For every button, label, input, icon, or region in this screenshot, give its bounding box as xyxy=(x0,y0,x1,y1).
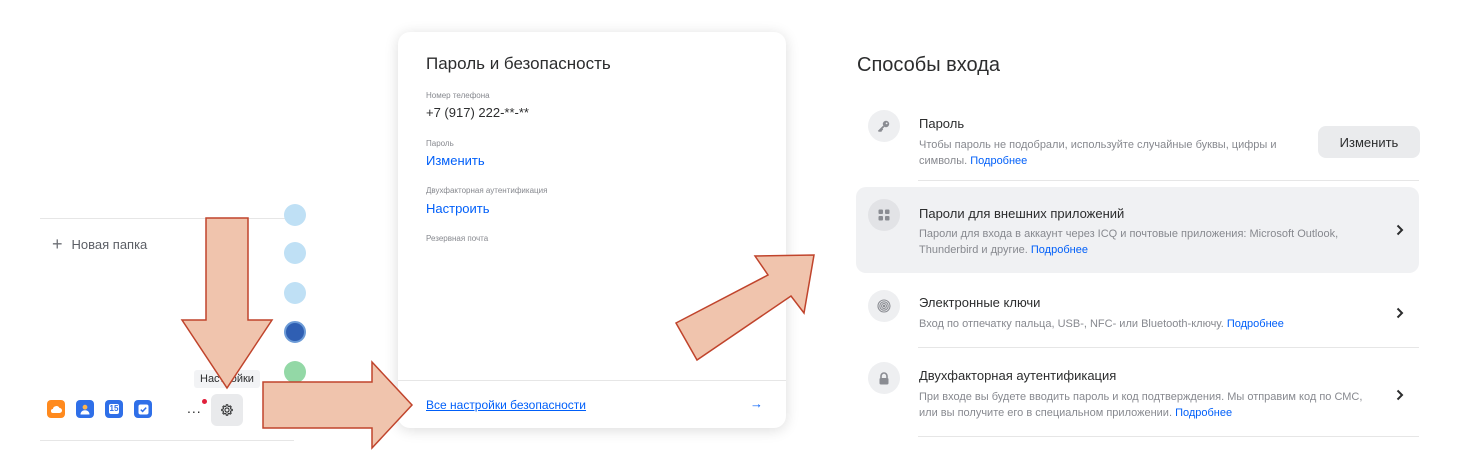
twofa-label: Двухфакторная аутентификация xyxy=(426,186,548,195)
plus-icon: + xyxy=(52,234,63,254)
key-icon xyxy=(868,110,900,142)
login-method-security-keys[interactable]: Электронные ключи Вход по отпечатку паль… xyxy=(856,280,1419,346)
phone-value: +7 (917) 222-**-** xyxy=(426,105,529,120)
card-divider xyxy=(398,380,786,381)
chevron-right-icon[interactable] xyxy=(1393,388,1407,402)
row-divider xyxy=(918,347,1419,348)
settings-tooltip: Настройки xyxy=(194,370,260,388)
row-divider xyxy=(918,436,1419,437)
more-apps-button[interactable]: ... xyxy=(187,400,202,416)
row-description: Вход по отпечатку пальца, USB-, NFC- или… xyxy=(919,316,1399,332)
row-desc-text: Вход по отпечатку пальца, USB-, NFC- или… xyxy=(919,318,1224,330)
sidebar-divider xyxy=(40,218,294,219)
lock-icon xyxy=(868,362,900,394)
backup-email-label: Резервная почта xyxy=(426,234,489,243)
row-title: Электронные ключи xyxy=(919,295,1041,310)
cloud-app-icon[interactable] xyxy=(47,400,65,418)
tasks-app-icon[interactable] xyxy=(134,400,152,418)
arrow-right-icon[interactable]: → xyxy=(750,396,763,411)
more-link[interactable]: Подробнее xyxy=(1175,407,1232,419)
change-password-button[interactable]: Изменить xyxy=(1318,126,1420,158)
all-security-settings-link[interactable]: Все настройки безопасности xyxy=(426,398,586,412)
row-title: Пароль xyxy=(919,116,965,131)
row-description: Пароли для входа в аккаунт через ICQ и п… xyxy=(919,226,1359,258)
login-method-two-factor[interactable]: Двухфакторная аутентификация При входе в… xyxy=(856,352,1419,434)
annotation-arrow-down xyxy=(180,217,274,390)
contacts-app-icon[interactable] xyxy=(76,400,94,418)
chevron-right-icon[interactable] xyxy=(1393,223,1407,237)
login-method-app-passwords[interactable]: Пароли для внешних приложений Пароли для… xyxy=(856,187,1419,273)
row-divider xyxy=(918,180,1419,181)
setup-twofa-link[interactable]: Настроить xyxy=(426,201,490,216)
contact-avatar[interactable] xyxy=(284,282,306,304)
calendar-app-icon[interactable]: 15 xyxy=(105,400,123,418)
row-desc-text: Пароли для входа в аккаунт через ICQ и п… xyxy=(919,228,1339,256)
login-methods-title: Способы входа xyxy=(857,54,1001,76)
row-title: Пароли для внешних приложений xyxy=(919,206,1125,221)
settings-button[interactable] xyxy=(211,394,243,426)
fingerprint-icon xyxy=(868,290,900,322)
security-card: Пароль и безопасность Номер телефона +7 … xyxy=(398,32,786,428)
calendar-day: 15 xyxy=(108,404,120,414)
new-folder-button[interactable]: + Новая папка xyxy=(52,234,147,254)
chevron-right-icon[interactable] xyxy=(1393,306,1407,320)
phone-label: Номер телефона xyxy=(426,91,490,100)
new-folder-label: Новая папка xyxy=(71,236,148,252)
notification-dot xyxy=(202,399,207,404)
password-label: Пароль xyxy=(426,139,454,148)
row-description: При входе вы будете вводить пароль и код… xyxy=(919,389,1369,421)
contact-avatar[interactable] xyxy=(284,204,306,226)
row-description: Чтобы пароль не подобрали, используйте с… xyxy=(919,137,1319,169)
row-title: Двухфакторная аутентификация xyxy=(919,368,1117,383)
contact-avatar[interactable] xyxy=(284,321,306,343)
sidebar-divider xyxy=(40,440,294,441)
more-link[interactable]: Подробнее xyxy=(970,155,1027,167)
contact-avatar[interactable] xyxy=(284,242,306,264)
row-desc-text: При входе вы будете вводить пароль и код… xyxy=(919,391,1363,419)
more-link[interactable]: Подробнее xyxy=(1227,318,1284,330)
apps-grid-icon xyxy=(868,199,900,231)
contact-avatar[interactable] xyxy=(284,361,306,383)
more-link[interactable]: Подробнее xyxy=(1031,244,1088,256)
card-title: Пароль и безопасность xyxy=(426,54,611,73)
gear-icon xyxy=(221,404,233,416)
change-password-link[interactable]: Изменить xyxy=(426,153,485,168)
